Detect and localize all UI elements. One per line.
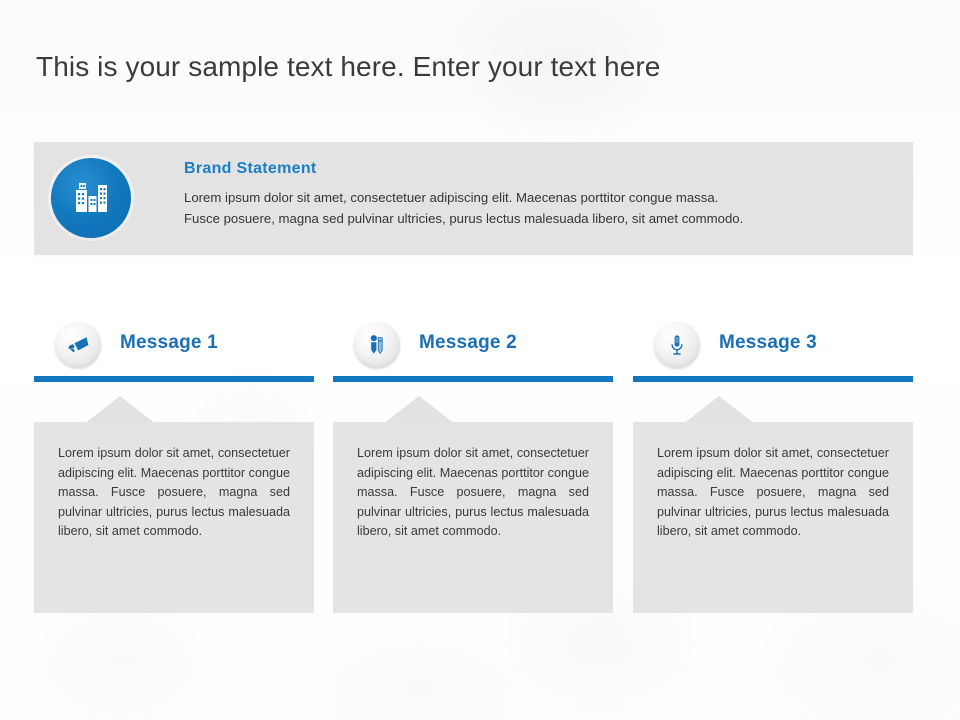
message-header-3: Message 3 <box>633 318 913 372</box>
megaphone-icon <box>55 322 101 368</box>
message-card-1: Lorem ipsum dolor sit amet, consectetuer… <box>34 396 314 613</box>
card-arrow-up-1 <box>84 396 156 424</box>
message-card-3: Lorem ipsum dolor sit amet, consectetuer… <box>633 396 913 613</box>
card-body-1: Lorem ipsum dolor sit amet, consectetuer… <box>34 422 314 613</box>
message-title-1: Message 1 <box>120 332 218 353</box>
brand-statement-panel: Brand Statement Lorem ipsum dolor sit am… <box>34 142 913 255</box>
message-title-2: Message 2 <box>419 332 517 353</box>
card-body-3: Lorem ipsum dolor sit amet, consectetuer… <box>633 422 913 613</box>
message-divider-2 <box>333 376 613 382</box>
card-body-2: Lorem ipsum dolor sit amet, consectetuer… <box>333 422 613 613</box>
message-column-2: Message 2 <box>333 318 613 372</box>
card-text-3: Lorem ipsum dolor sit amet, consectetuer… <box>657 446 889 538</box>
card-arrow-up-2 <box>383 396 455 424</box>
brand-statement-body-line-2: Fusce posuere, magna sed pulvinar ultric… <box>184 211 744 226</box>
page-title: This is your sample text here. Enter you… <box>36 51 661 82</box>
card-text-1: Lorem ipsum dolor sit amet, consectetuer… <box>58 446 290 538</box>
message-header-2: Message 2 <box>333 318 613 372</box>
message-header-1: Message 1 <box>34 318 314 372</box>
city-buildings-icon <box>51 158 131 238</box>
message-divider-1 <box>34 376 314 382</box>
pen-person-icon <box>354 322 400 368</box>
microphone-icon <box>654 322 700 368</box>
message-column-3: Message 3 <box>633 318 913 372</box>
brand-statement-body-line-1: Lorem ipsum dolor sit amet, consectetuer… <box>184 190 719 205</box>
message-divider-3 <box>633 376 913 382</box>
brand-statement-body: Lorem ipsum dolor sit amet, consectetuer… <box>184 187 884 229</box>
brand-statement-heading: Brand Statement <box>184 160 317 177</box>
message-column-1: Message 1 <box>34 318 314 372</box>
message-card-2: Lorem ipsum dolor sit amet, consectetuer… <box>333 396 613 613</box>
message-title-3: Message 3 <box>719 332 817 353</box>
card-text-2: Lorem ipsum dolor sit amet, consectetuer… <box>357 446 589 538</box>
card-arrow-up-3 <box>683 396 755 424</box>
brand-statement-text: Brand Statement Lorem ipsum dolor sit am… <box>184 160 895 229</box>
slide-canvas: This is your sample text here. Enter you… <box>0 0 960 720</box>
